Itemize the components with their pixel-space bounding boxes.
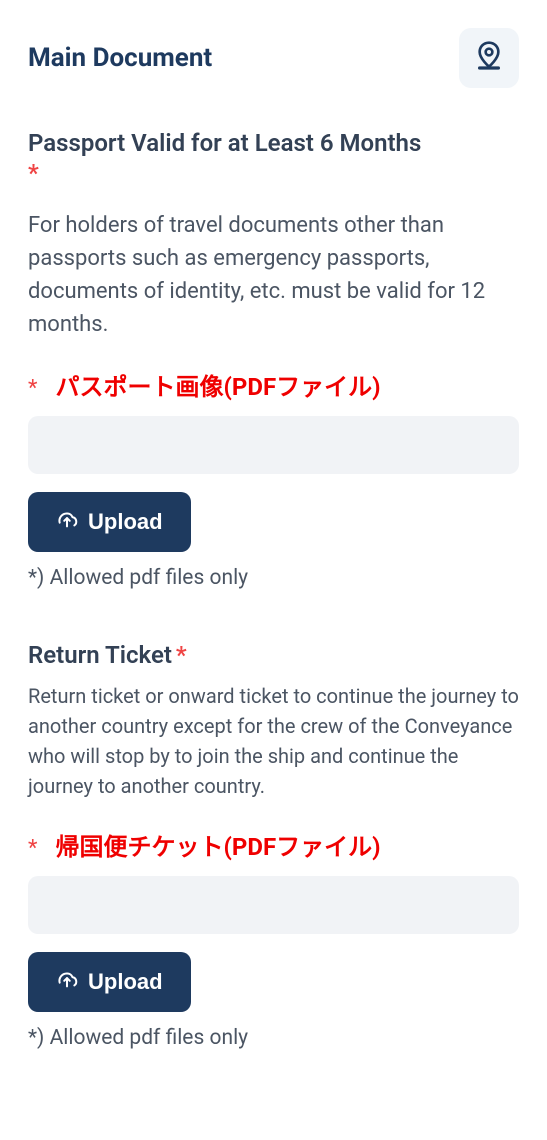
page-title: Main Document	[28, 43, 212, 73]
section-title: Return Ticket	[28, 641, 172, 669]
annotation-asterisk: *	[28, 376, 37, 401]
section-description: For holders of travel documents other th…	[28, 209, 519, 341]
annotation-text: 帰国便チケット(PDFファイル)	[55, 827, 380, 862]
header-icon-box	[459, 28, 519, 88]
upload-button-return-ticket[interactable]: Upload	[28, 952, 191, 1012]
section-title: Passport Valid for at Least 6 Months	[28, 129, 421, 157]
upload-icon	[56, 968, 78, 996]
upload-icon	[56, 508, 78, 536]
section-return-ticket: Return Ticket * Return ticket or onward …	[28, 640, 519, 1050]
annotation-text: パスポート画像(PDFファイル)	[55, 367, 380, 402]
location-pin-icon	[473, 40, 505, 76]
required-indicator: *	[28, 159, 39, 187]
file-input-return-ticket[interactable]	[28, 876, 519, 934]
required-indicator: *	[176, 641, 187, 669]
file-input-passport[interactable]	[28, 416, 519, 474]
section-title-row: Passport Valid for at Least 6 Months *	[28, 128, 519, 187]
section-description: Return ticket or onward ticket to contin…	[28, 681, 519, 801]
annotation-row: * 帰国便チケット(PDFファイル)	[28, 827, 519, 862]
annotation-asterisk: *	[28, 836, 37, 861]
file-hint: *) Allowed pdf files only	[28, 566, 519, 590]
upload-button-passport[interactable]: Upload	[28, 492, 191, 552]
annotation-row: * パスポート画像(PDFファイル)	[28, 367, 519, 402]
section-title-row: Return Ticket *	[28, 640, 519, 671]
section-passport: Passport Valid for at Least 6 Months * F…	[28, 128, 519, 590]
header: Main Document	[28, 28, 519, 88]
upload-button-label: Upload	[88, 509, 163, 535]
file-hint: *) Allowed pdf files only	[28, 1026, 519, 1050]
upload-button-label: Upload	[88, 969, 163, 995]
